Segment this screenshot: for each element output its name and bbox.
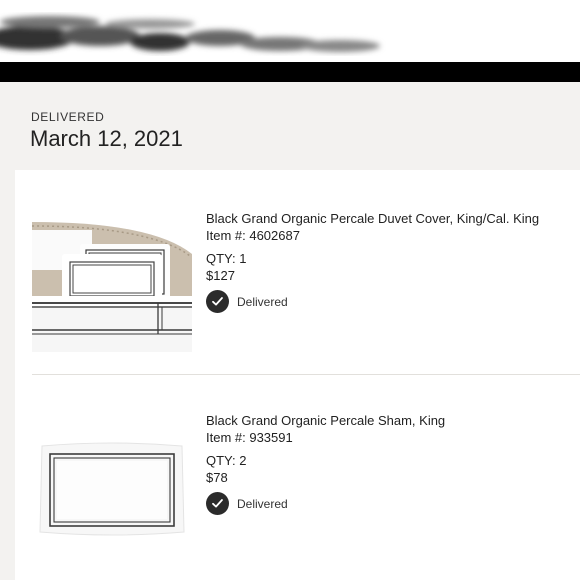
delivery-status: Delivered: [206, 290, 539, 313]
order-item: Black Grand Organic Percale Sham, King I…: [15, 374, 580, 580]
item-quantity: QTY: 1: [206, 251, 247, 266]
item-details: Black Grand Organic Percale Duvet Cover,…: [206, 210, 539, 313]
item-number: Item #: 4602687: [206, 228, 300, 243]
pillow-sham-photo-icon[interactable]: [32, 396, 192, 556]
delivery-status-text: Delivered: [237, 294, 288, 309]
product-name[interactable]: Black Grand Organic Percale Sham, King: [206, 412, 445, 429]
redacted-header: [0, 0, 580, 62]
order-item: Black Grand Organic Percale Duvet Cover,…: [15, 170, 580, 374]
order-header: DELIVERED March 12, 2021: [0, 82, 580, 170]
item-quantity: QTY: 2: [206, 453, 247, 468]
black-bar: [0, 62, 580, 82]
delivery-status-text: Delivered: [237, 496, 288, 511]
item-details: Black Grand Organic Percale Sham, King I…: [206, 412, 445, 515]
checkmark-icon: [206, 290, 229, 313]
redaction-scribble: [0, 16, 380, 52]
order-status-label: DELIVERED: [31, 110, 105, 124]
delivery-status: Delivered: [206, 492, 445, 515]
item-price: $78: [206, 470, 228, 485]
bedding-photo-icon[interactable]: [32, 192, 192, 352]
item-number: Item #: 933591: [206, 430, 293, 445]
product-name[interactable]: Black Grand Organic Percale Duvet Cover,…: [206, 210, 539, 227]
order-date: March 12, 2021: [30, 126, 183, 151]
checkmark-icon: [206, 492, 229, 515]
side-strip: [0, 170, 15, 580]
item-price: $127: [206, 268, 235, 283]
